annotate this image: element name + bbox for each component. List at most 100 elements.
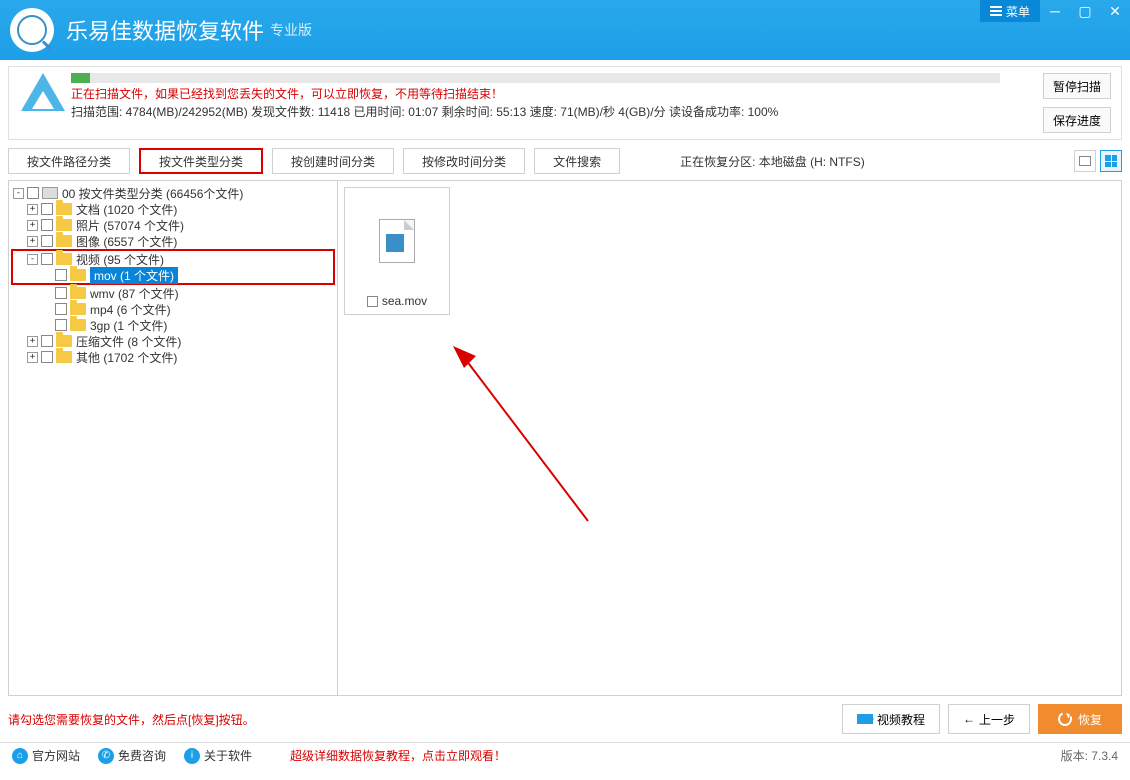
collapse-icon[interactable]: - [27,254,38,265]
tree-other[interactable]: +其他 (1702 个文件) [13,349,333,365]
checkbox[interactable] [41,219,53,231]
minimize-button[interactable]: ─ [1040,0,1070,22]
prev-step-button[interactable]: ← 上一步 [948,704,1030,734]
tree-image[interactable]: +图像 (6557 个文件) [13,233,333,249]
home-icon: ⌂ [12,748,28,764]
recover-button[interactable]: 恢复 [1038,704,1122,734]
checkbox[interactable] [55,319,67,331]
file-thumbnail [379,188,415,294]
tab-search[interactable]: 文件搜索 [534,148,620,174]
footer: ⌂官方网站 ✆免费咨询 i关于软件 超级详细数据恢复教程，点击立即观看！ 版本:… [0,742,1130,768]
expand-icon[interactable]: + [27,236,38,247]
button-label: 上一步 [979,711,1015,728]
camera-icon [857,714,873,724]
tab-by-modified[interactable]: 按修改时间分类 [403,148,525,174]
tree-zip[interactable]: + 压缩文件 (8 个文件) [13,333,333,349]
collapse-icon[interactable]: - [13,188,24,199]
drive-icon [42,187,58,199]
checkbox[interactable] [41,253,53,265]
checkbox[interactable] [27,187,39,199]
tabs-row: 按文件路径分类 按文件类型分类 按创建时间分类 按修改时间分类 文件搜索 正在恢… [8,146,1122,176]
free-consult-link[interactable]: ✆免费咨询 [98,747,166,764]
folder-icon [56,219,72,231]
tree-video[interactable]: -视频 (95 个文件) [13,251,333,267]
tree-panel: - 00 按文件类型分类 (66456个文件) +文档 (1020 个文件) + 照… [8,180,338,696]
folder-icon [56,351,72,363]
official-site-link[interactable]: ⌂官方网站 [12,747,80,764]
tree-mp4[interactable]: mp4 (6 个文件) [13,301,333,317]
checkbox[interactable] [55,269,67,281]
tree-wmv[interactable]: wmv (87 个文件) [13,285,333,301]
main-area: - 00 按文件类型分类 (66456个文件) +文档 (1020 个文件) + 照… [8,180,1122,696]
folder-icon [56,253,72,265]
tab-by-type[interactable]: 按文件类型分类 [139,148,263,174]
scan-icon [21,73,65,117]
folder-icon [56,235,72,247]
file-grid: sea.mov [338,180,1122,696]
scan-progress-bar [71,73,1000,83]
pause-scan-button[interactable]: 暂停扫描 [1043,73,1111,99]
status-panel: 正在扫描文件，如果已经找到您丢失的文件，可以立即恢复，不用等待扫描结束！ 扫描范… [8,66,1122,140]
maximize-button[interactable]: ▢ [1070,0,1100,22]
folder-icon [70,319,86,331]
expand-icon[interactable]: + [27,204,38,215]
folder-icon [56,203,72,215]
tab-by-created[interactable]: 按创建时间分类 [272,148,394,174]
checkbox[interactable] [55,303,67,315]
tree-label: wmv (87 个文件) [90,285,179,302]
scan-info: 扫描范围: 4784(MB)/242952(MB) 发现文件数: 11418 已… [71,103,1039,121]
app-subtitle: 专业版 [270,20,312,40]
checkbox[interactable] [55,287,67,299]
expand-icon[interactable]: + [27,220,38,231]
version-label: 版本: 7.3.4 [1061,747,1118,764]
tab-by-path[interactable]: 按文件路径分类 [8,148,130,174]
folder-icon [70,269,86,281]
list-icon [1079,156,1091,166]
save-progress-button[interactable]: 保存进度 [1043,107,1111,133]
link-label: 免费咨询 [118,747,166,764]
expand-icon[interactable]: + [27,336,38,347]
menu-button[interactable]: 菜单 [980,0,1040,22]
tree-label: mp4 (6 个文件) [90,301,171,318]
checkbox[interactable] [41,351,53,363]
chat-icon: ✆ [98,748,114,764]
app-logo [10,8,54,52]
tree-label: 压缩文件 (8 个文件) [76,333,181,350]
list-view-button[interactable] [1074,150,1096,172]
folder-icon [56,335,72,347]
file-checkbox[interactable] [367,296,378,307]
grid-icon [1105,155,1117,167]
hint-text: 请勾选您需要恢复的文件，然后点[恢复]按钮。 [8,711,255,728]
about-link[interactable]: i关于软件 [184,747,252,764]
tree-label: 照片 (57074 个文件) [76,217,184,234]
tree-3gp[interactable]: 3gp (1 个文件) [13,317,333,333]
tree-photo[interactable]: + 照片 (57074 个文件) [13,217,333,233]
link-label: 关于软件 [204,747,252,764]
tree-label: mov (1 个文件) [90,267,178,284]
checkbox[interactable] [41,235,53,247]
file-name: sea.mov [382,294,427,308]
window-controls: 菜单 ─ ▢ ✕ [980,0,1130,22]
expand-icon[interactable]: + [27,352,38,363]
arrow-left-icon: ← [963,712,975,726]
checkbox[interactable] [41,335,53,347]
checkbox[interactable] [41,203,53,215]
scan-message: 正在扫描文件，如果已经找到您丢失的文件，可以立即恢复，不用等待扫描结束！ [71,85,1039,103]
button-label: 视频教程 [877,711,925,728]
app-title: 乐易佳数据恢复软件 [66,14,264,46]
tree-root[interactable]: - 00 按文件类型分类 (66456个文件) [13,185,333,201]
folder-icon [70,303,86,315]
close-button[interactable]: ✕ [1100,0,1130,22]
file-item[interactable]: sea.mov [344,187,450,315]
video-tutorial-button[interactable]: 视频教程 [842,704,940,734]
grid-view-button[interactable] [1100,150,1122,172]
tree-label: 00 按文件类型分类 (66456个文件) [62,185,243,202]
hint-row: 请勾选您需要恢复的文件，然后点[恢复]按钮。 视频教程 ← 上一步 恢复 [8,702,1122,736]
titlebar: 乐易佳数据恢复软件 专业版 菜单 ─ ▢ ✕ [0,0,1130,60]
tree-mov[interactable]: mov (1 个文件) [13,267,333,283]
tree-doc[interactable]: +文档 (1020 个文件) [13,201,333,217]
refresh-icon [1056,710,1074,728]
detailed-tutorial-link[interactable]: 超级详细数据恢复教程，点击立即观看！ [290,747,506,764]
link-label: 官方网站 [32,747,80,764]
annotation-arrow [448,341,598,541]
